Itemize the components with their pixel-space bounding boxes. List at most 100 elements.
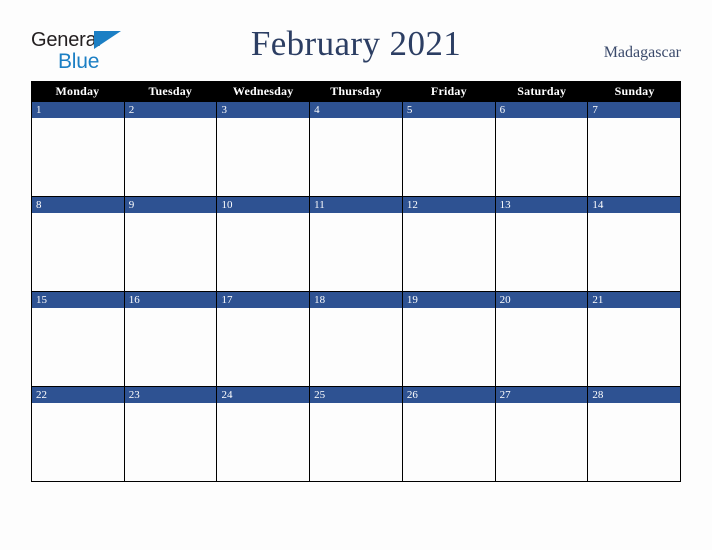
calendar-day-cell-21[interactable]: 21 [588, 292, 682, 386]
calendar-day-notes-area[interactable] [588, 213, 681, 291]
calendar-day-cell-15[interactable]: 15 [32, 292, 125, 386]
calendar-day-number: 6 [495, 102, 588, 118]
calendar-day-number: 8 [32, 197, 124, 213]
calendar-day-number: 24 [217, 387, 310, 403]
calendar-day-cell-5[interactable]: 5 [402, 102, 496, 196]
calendar-day-number: 22 [32, 387, 124, 403]
calendar-day-notes-area[interactable] [588, 308, 681, 386]
calendar-day-notes-area[interactable] [402, 118, 495, 196]
calendar-day-number: 28 [588, 387, 681, 403]
calendar-day-notes-area[interactable] [495, 213, 588, 291]
calendar-week-row: 15 16 17 18 19 20 21 [31, 292, 682, 387]
calendar-day-number: 2 [124, 102, 217, 118]
calendar-day-notes-area[interactable] [124, 403, 217, 481]
calendar-day-cell-7[interactable]: 7 [588, 102, 682, 196]
calendar-day-number: 19 [402, 292, 495, 308]
calendar-day-cell-28[interactable]: 28 [588, 387, 682, 481]
calendar-day-cell-6[interactable]: 6 [495, 102, 589, 196]
page-header: General Blue February 2021 Madagascar [0, 0, 712, 80]
calendar-day-notes-area[interactable] [402, 403, 495, 481]
calendar-day-cell-24[interactable]: 24 [217, 387, 311, 481]
calendar-day-cell-1[interactable]: 1 [32, 102, 125, 196]
calendar-day-cell-27[interactable]: 27 [495, 387, 589, 481]
calendar-day-number: 4 [310, 102, 402, 118]
weekday-header-wednesday: Wednesday [232, 84, 294, 98]
calendar-day-notes-area[interactable] [310, 308, 402, 386]
calendar-day-cell-23[interactable]: 23 [124, 387, 218, 481]
calendar-grid: Monday Tuesday Wednesday Thursday Friday Satu… [31, 81, 682, 482]
calendar-day-notes-area[interactable] [32, 118, 124, 196]
weekday-header-friday: Friday [430, 84, 467, 98]
calendar-day-number: 7 [588, 102, 681, 118]
calendar-day-cell-4[interactable]: 4 [310, 102, 403, 196]
calendar-day-notes-area[interactable] [217, 403, 310, 481]
calendar-day-cell-20[interactable]: 20 [495, 292, 589, 386]
calendar-day-notes-area[interactable] [124, 308, 217, 386]
calendar-day-number: 9 [124, 197, 217, 213]
calendar-day-notes-area[interactable] [217, 118, 310, 196]
calendar-day-notes-area[interactable] [217, 308, 310, 386]
calendar-day-number: 12 [402, 197, 495, 213]
calendar-day-notes-area[interactable] [217, 213, 310, 291]
calendar-day-cell-18[interactable]: 18 [310, 292, 403, 386]
calendar-day-notes-area[interactable] [588, 118, 681, 196]
weekday-header-tuesday: Tuesday [148, 84, 193, 98]
calendar-week-row: 8 9 10 11 12 13 14 [31, 197, 682, 292]
calendar-day-number: 14 [588, 197, 681, 213]
calendar-day-cell-8[interactable]: 8 [32, 197, 125, 291]
calendar-day-cell-26[interactable]: 26 [402, 387, 496, 481]
calendar-day-number: 23 [124, 387, 217, 403]
calendar-day-notes-area[interactable] [588, 403, 681, 481]
calendar-day-number: 27 [495, 387, 588, 403]
calendar-day-cell-17[interactable]: 17 [217, 292, 311, 386]
calendar-day-cell-3[interactable]: 3 [217, 102, 311, 196]
calendar-day-number: 5 [402, 102, 495, 118]
calendar-day-cell-14[interactable]: 14 [588, 197, 682, 291]
calendar-day-notes-area[interactable] [310, 118, 402, 196]
calendar-day-notes-area[interactable] [32, 403, 124, 481]
calendar-day-notes-area[interactable] [32, 308, 124, 386]
weekday-header-thursday: Thursday [330, 84, 382, 98]
calendar-day-notes-area[interactable] [32, 213, 124, 291]
calendar-day-number: 1 [32, 102, 124, 118]
calendar-day-notes-area[interactable] [495, 118, 588, 196]
calendar-day-number: 26 [402, 387, 495, 403]
calendar-day-cell-13[interactable]: 13 [495, 197, 589, 291]
calendar-day-number: 15 [32, 292, 124, 308]
calendar-day-number: 10 [217, 197, 310, 213]
calendar-day-cell-2[interactable]: 2 [124, 102, 218, 196]
calendar-day-number: 11 [310, 197, 402, 213]
calendar-day-notes-area[interactable] [402, 213, 495, 291]
calendar-day-cell-12[interactable]: 12 [402, 197, 496, 291]
calendar-day-notes-area[interactable] [402, 308, 495, 386]
calendar-day-number: 13 [495, 197, 588, 213]
country-label: Madagascar [603, 44, 681, 61]
calendar-day-cell-11[interactable]: 11 [310, 197, 403, 291]
calendar-day-cell-25[interactable]: 25 [310, 387, 403, 481]
calendar-day-cell-22[interactable]: 22 [32, 387, 125, 481]
calendar-weeks: 1 2 3 4 5 6 7 8 9 10 11 12 13 14 15 16 17 18 19 20 21 22 23 24 2… [31, 102, 682, 482]
calendar-day-number: 21 [588, 292, 681, 308]
calendar-day-cell-16[interactable]: 16 [124, 292, 218, 386]
weekday-header-row: Monday Tuesday Wednesday Thursday Friday Satu… [31, 81, 681, 102]
calendar-week-row: 1234567 [31, 102, 682, 197]
calendar-week-row: 22 23 24 25 26 27 28 [31, 387, 682, 482]
calendar-day-notes-area[interactable] [495, 403, 588, 481]
calendar-day-notes-area[interactable] [495, 308, 588, 386]
calendar-day-cell-10[interactable]: 10 [217, 197, 311, 291]
calendar-day-notes-area[interactable] [310, 213, 402, 291]
calendar-day-notes-area[interactable] [124, 118, 217, 196]
weekday-header-saturday: Saturday [517, 84, 567, 98]
calendar-day-number: 17 [217, 292, 310, 308]
calendar-day-cell-19[interactable]: 19 [402, 292, 496, 386]
calendar-day-number: 20 [495, 292, 588, 308]
calendar-day-notes-area[interactable] [124, 213, 217, 291]
calendar-day-number: 25 [310, 387, 402, 403]
weekday-header-sunday: Sunday [614, 84, 655, 98]
weekday-header-monday: Monday [55, 84, 100, 98]
calendar-day-cell-9[interactable]: 9 [124, 197, 218, 291]
calendar-day-number: 3 [217, 102, 310, 118]
calendar-day-number: 16 [124, 292, 217, 308]
calendar-day-notes-area[interactable] [310, 403, 402, 481]
calendar-day-number: 18 [310, 292, 402, 308]
